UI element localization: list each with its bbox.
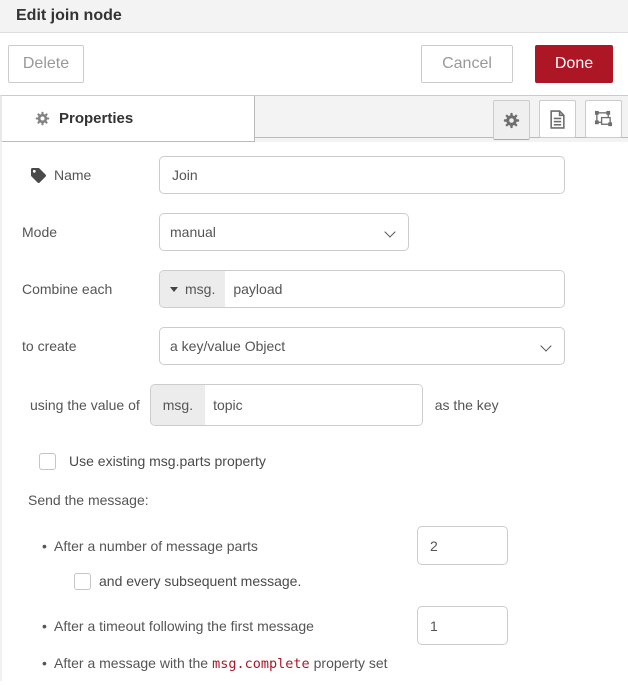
gear-icon xyxy=(35,111,50,126)
appearance-view-button[interactable] xyxy=(585,100,622,138)
combine-each-input[interactable] xyxy=(225,271,564,307)
subsequent-label: and every subsequent message. xyxy=(99,573,301,589)
edit-join-node-dialog: Edit join node Delete Cancel Done xyxy=(0,0,628,685)
document-icon xyxy=(549,110,566,129)
gear-icon xyxy=(503,112,520,129)
msg-complete-code: msg.complete xyxy=(208,656,314,672)
tab-bar: Properties xyxy=(0,95,628,142)
timeout-input[interactable] xyxy=(417,606,508,645)
dialog-header: Edit join node xyxy=(0,0,628,33)
send-message-heading: Send the message: xyxy=(28,492,628,508)
timeout-row: • After a timeout following the first me… xyxy=(42,606,508,645)
combine-each-label: Combine each xyxy=(22,281,159,297)
key-suffix-label: as the key xyxy=(435,397,499,413)
count-input[interactable] xyxy=(417,526,508,565)
count-label: After a number of message parts xyxy=(54,538,258,554)
name-label-wrap: Name xyxy=(22,167,159,183)
typed-input-type-button[interactable]: msg. xyxy=(160,271,225,307)
use-parts-checkbox[interactable] xyxy=(39,453,56,470)
mode-select[interactable]: manual xyxy=(159,213,409,251)
bullet: • xyxy=(42,538,54,554)
done-button[interactable]: Done xyxy=(535,45,613,83)
to-create-label: to create xyxy=(22,338,159,354)
count-row: • After a number of message parts xyxy=(42,526,508,565)
tag-icon xyxy=(31,168,46,183)
bullet: • xyxy=(42,618,54,634)
use-parts-row: Use existing msg.parts property xyxy=(39,452,628,470)
mode-label: Mode xyxy=(22,224,159,240)
to-create-row: to create a key/value Object xyxy=(22,327,613,365)
bullet: • xyxy=(42,655,54,671)
typed-input-type-label: msg. xyxy=(185,281,215,297)
dialog-title: Edit join node xyxy=(16,7,122,25)
key-row: using the value of msg. as the key xyxy=(30,384,613,426)
name-input[interactable] xyxy=(159,156,565,194)
delete-button[interactable]: Delete xyxy=(8,45,84,83)
use-parts-label: Use existing msg.parts property xyxy=(69,453,266,469)
tab-properties-label: Properties xyxy=(59,110,133,127)
subsequent-row: and every subsequent message. xyxy=(74,572,628,590)
mode-row: Mode manual xyxy=(22,213,613,251)
key-label: using the value of xyxy=(30,397,140,413)
complete-label-before: After a message with the xyxy=(54,655,208,671)
typed-input-type-label: msg. xyxy=(163,397,193,413)
properties-view-button[interactable] xyxy=(493,100,530,140)
timeout-label: After a timeout following the first mess… xyxy=(54,618,314,634)
complete-row: • After a message with the msg.complete … xyxy=(42,655,628,672)
build-type-select[interactable]: a key/value Object xyxy=(159,327,565,365)
object-selection-icon xyxy=(594,110,613,129)
caret-down-icon xyxy=(170,287,178,292)
name-row: Name xyxy=(22,156,613,194)
subsequent-checkbox[interactable] xyxy=(74,573,91,590)
key-typed-input: msg. xyxy=(150,384,423,426)
tab-properties[interactable]: Properties xyxy=(2,96,255,142)
typed-input-type-button[interactable]: msg. xyxy=(151,385,205,425)
dialog-action-bar: Delete Cancel Done xyxy=(0,33,628,95)
name-label: Name xyxy=(54,167,91,183)
combine-each-row: Combine each msg. xyxy=(22,270,613,308)
editor-view-buttons xyxy=(493,100,622,140)
complete-label-after: property set xyxy=(314,655,388,671)
key-input[interactable] xyxy=(205,385,422,425)
description-view-button[interactable] xyxy=(539,100,576,138)
combine-each-typed-input: msg. xyxy=(159,270,565,308)
properties-form: Name Mode manual Combine each msg. xyxy=(0,142,628,681)
cancel-button[interactable]: Cancel xyxy=(421,45,513,83)
